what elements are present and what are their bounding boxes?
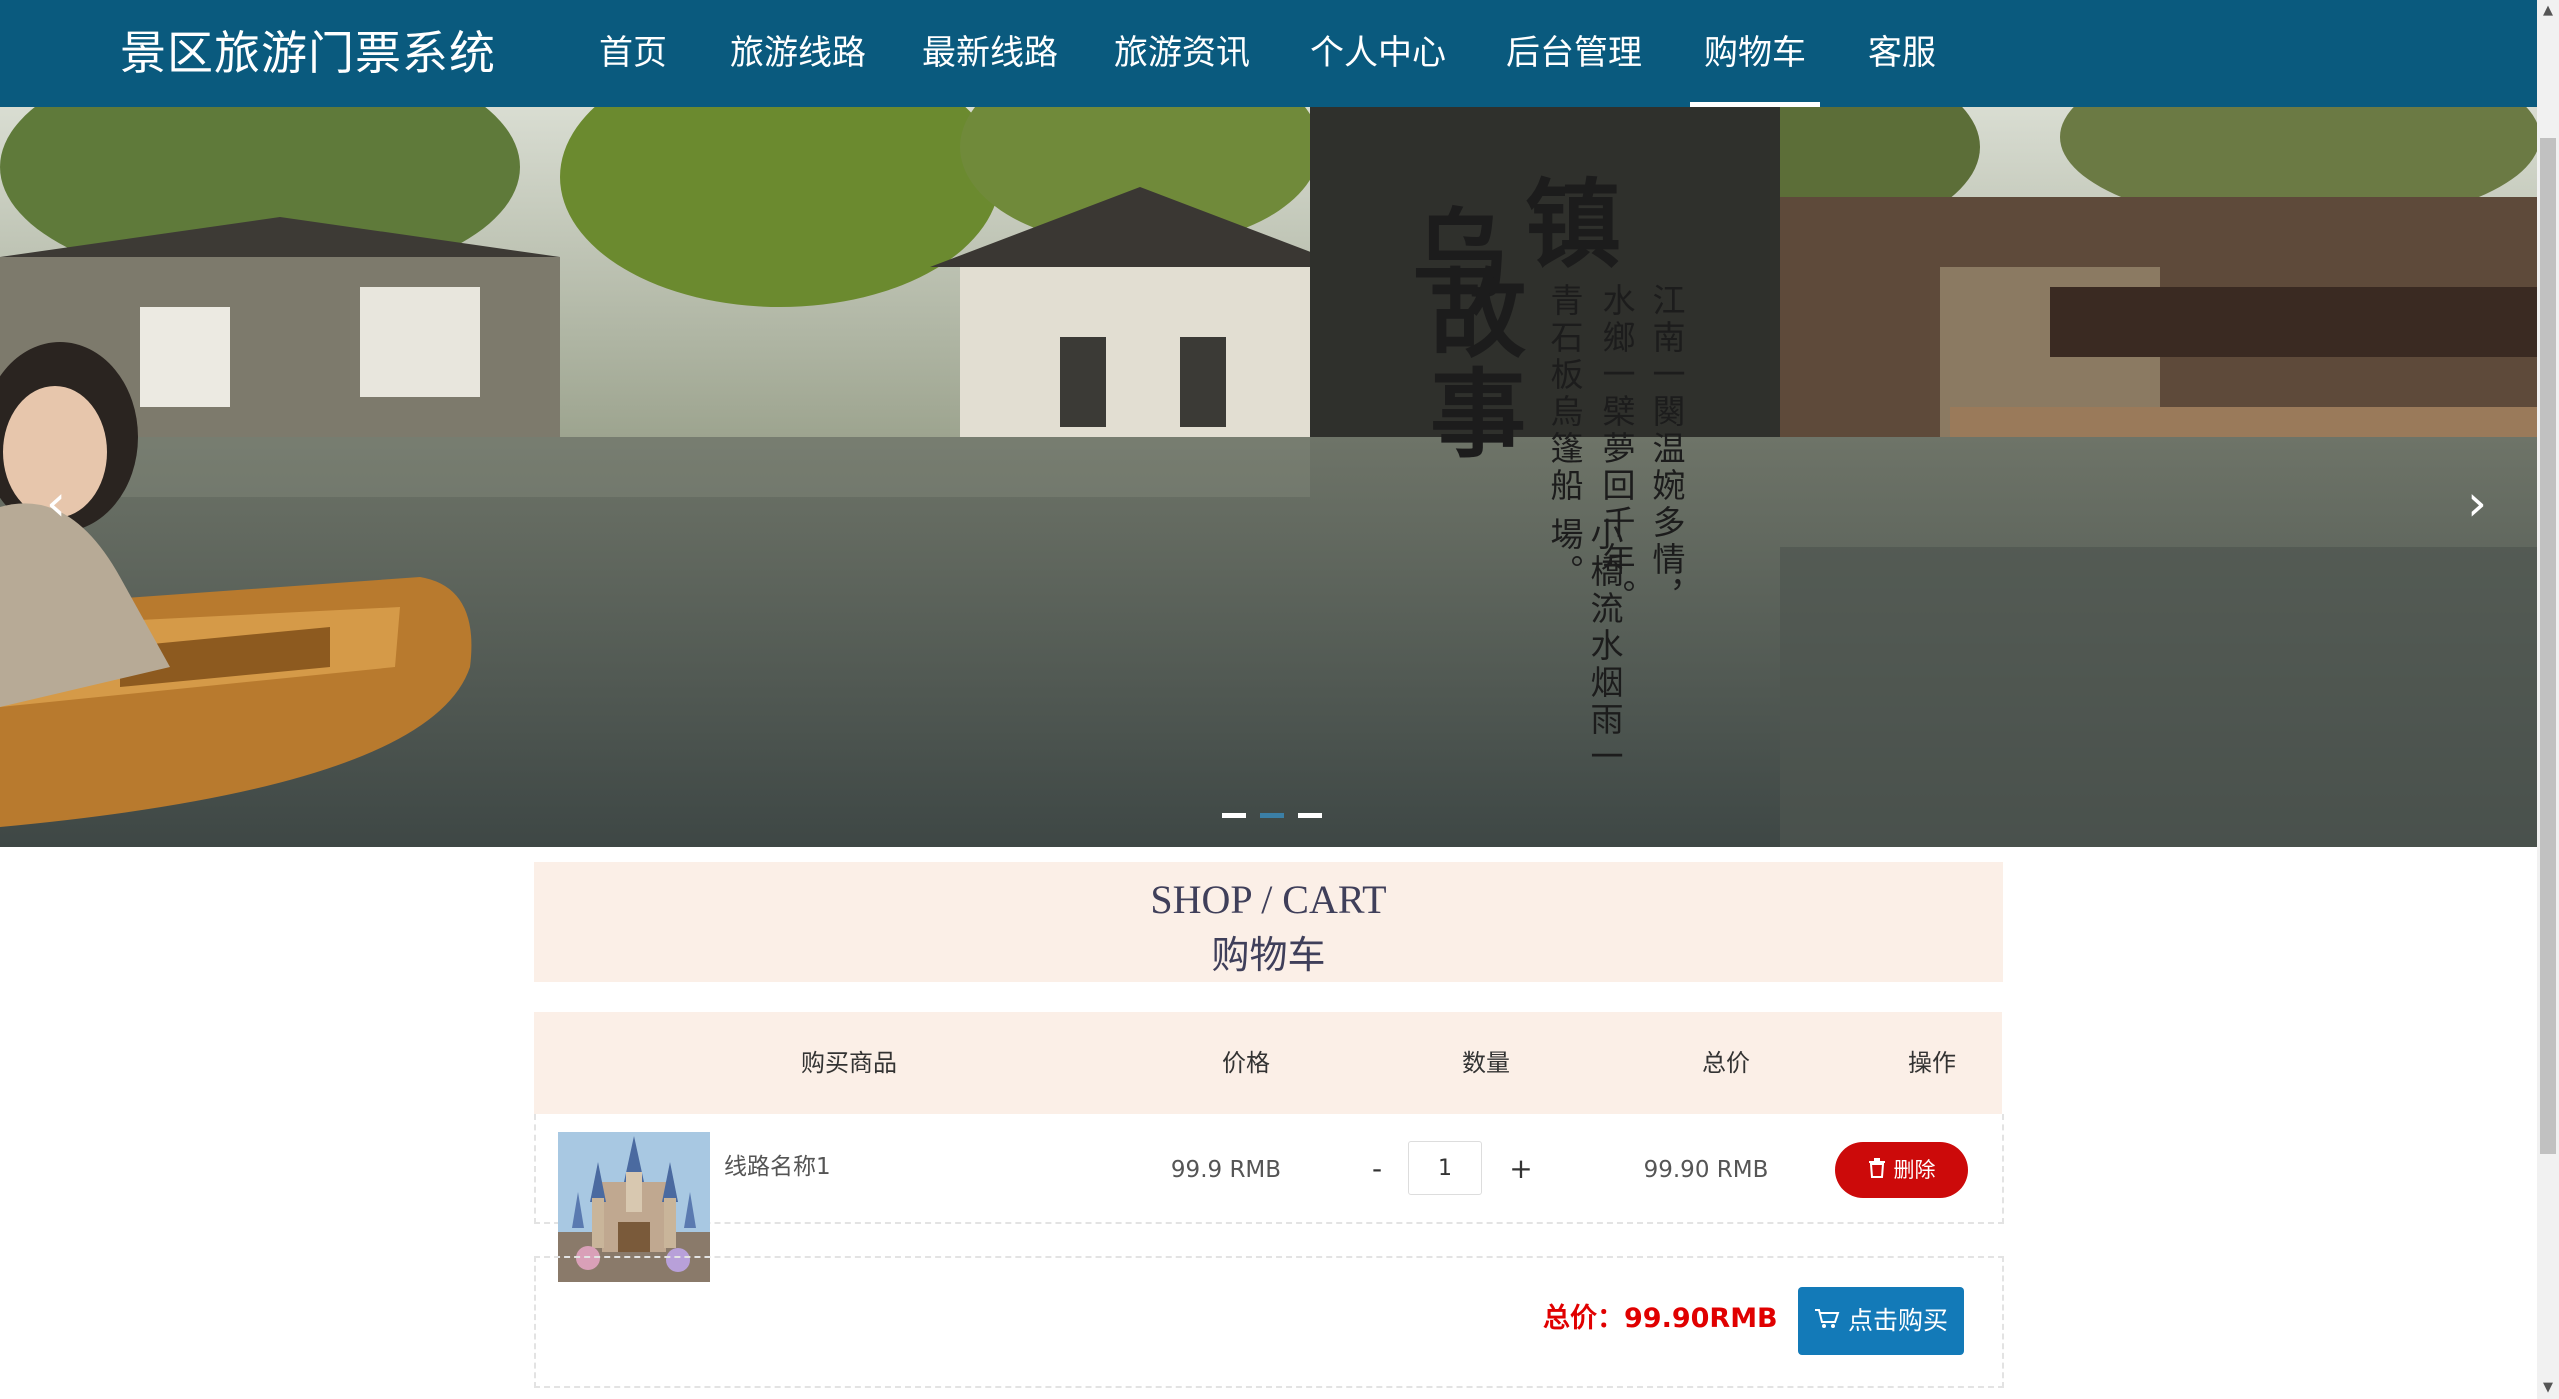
trash-icon [1868, 1143, 1886, 1199]
cart-heading-chinese: 购物车 [1211, 933, 1326, 977]
quantity-input[interactable] [1408, 1141, 1482, 1195]
delete-label: 删除 [1893, 1158, 1936, 1182]
banner-title-char: 镇 [1525, 168, 1621, 281]
header-quantity: 数量 [1462, 1049, 1510, 1077]
cart-total: 总价：99.90RMB [1543, 1303, 1778, 1334]
delete-button[interactable]: 删除 [1835, 1142, 1968, 1198]
product-name[interactable]: 线路名称1 [724, 1147, 831, 1181]
quantity-increase-button[interactable]: + [1506, 1152, 1536, 1185]
header-total: 总价 [1702, 1049, 1750, 1077]
cart-heading-english: SHOP / CART [1150, 877, 1387, 922]
checkout-label: 点击购买 [1847, 1306, 1948, 1335]
banner-carousel: 乌 镇 故 事 江南一闋温婉多情， 水鄉一檗夢回千年。 青石板烏篷船 小橋流水烟… [0, 107, 2537, 847]
carousel-indicators [1222, 803, 1336, 822]
scroll-up-arrow-icon[interactable]: ▲ [2537, 0, 2559, 22]
carousel-dot-1[interactable] [1222, 813, 1246, 818]
nav-item-service[interactable]: 客服 [1866, 0, 1938, 107]
carousel-dot-2[interactable] [1260, 813, 1284, 818]
scrollbar-thumb[interactable] [2540, 138, 2556, 1154]
header-action: 操作 [1908, 1049, 1956, 1077]
cart-section-header: SHOP / CART 购物车 [534, 862, 2003, 982]
cart-icon [1814, 1288, 1840, 1356]
nav-item-cart[interactable]: 购物车 [1690, 0, 1820, 107]
banner-image [0, 107, 2537, 847]
checkout-button[interactable]: 点击购买 [1798, 1287, 1964, 1355]
carousel-next-arrow-icon[interactable]: › [2447, 467, 2507, 539]
quantity-decrease-button[interactable]: - [1362, 1152, 1392, 1185]
nav-item-latest-routes[interactable]: 最新线路 [922, 0, 1058, 107]
scroll-down-arrow-icon[interactable]: ▼ [2537, 1377, 2559, 1399]
nav-item-user-center[interactable]: 个人中心 [1310, 0, 1446, 107]
cart-table-header: 购买商品 价格 数量 总价 操作 [534, 1012, 2002, 1114]
row-subtotal: 99.90 RMB [1643, 1157, 1769, 1183]
header-product: 购买商品 [801, 1049, 897, 1077]
site-title: 景区旅游门票系统 [120, 26, 496, 80]
product-price: 99.9 RMB [1170, 1157, 1282, 1183]
carousel-prev-arrow-icon[interactable]: ‹ [26, 467, 86, 539]
banner-poem-line: 小橋流水烟雨一場。 [1545, 517, 1624, 776]
banner-title-char: 事 [1430, 358, 1526, 471]
nav-item-travel-news[interactable]: 旅游资讯 [1114, 0, 1250, 107]
header-price: 价格 [1222, 1049, 1270, 1077]
nav-item-home[interactable]: 首页 [598, 0, 668, 107]
nav-item-routes[interactable]: 旅游线路 [730, 0, 866, 107]
cart-summary [534, 1256, 2004, 1388]
banner-poem-line: 江南一闋温婉多情， [1647, 283, 1686, 616]
nav-item-admin[interactable]: 后台管理 [1506, 0, 1642, 107]
banner-poem-line: 青石板烏篷船 [1545, 283, 1584, 505]
carousel-dot-3[interactable] [1298, 813, 1322, 818]
top-navbar: 景区旅游门票系统 首页 旅游线路 最新线路 旅游资讯 个人中心 后台管理 购物车… [0, 0, 2537, 107]
